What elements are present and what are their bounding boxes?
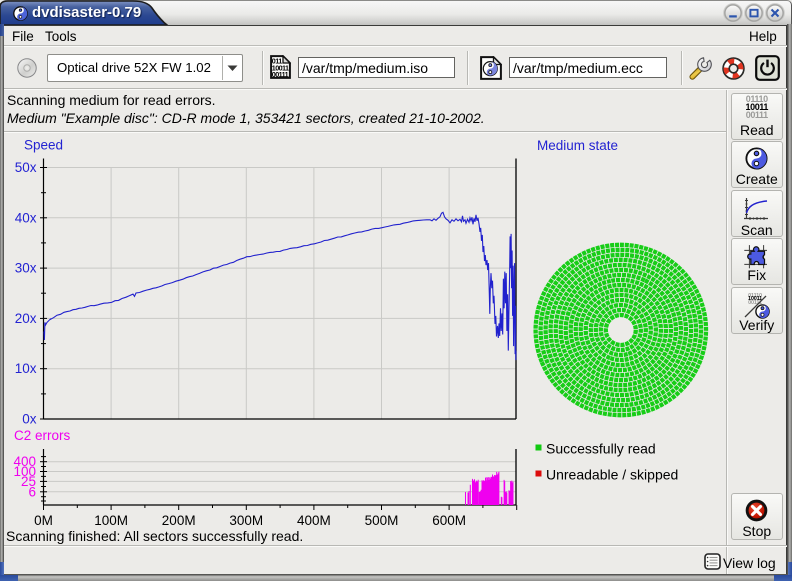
svg-text:600M: 600M	[432, 513, 466, 528]
svg-text:C2 errors: C2 errors	[14, 428, 71, 443]
svg-text:100M: 100M	[94, 513, 128, 528]
svg-text:0M: 0M	[34, 513, 53, 528]
svg-text:20x: 20x	[15, 311, 37, 326]
svg-text:200M: 200M	[162, 513, 196, 528]
svg-text:40x: 40x	[15, 210, 37, 225]
svg-text:Unreadable / skipped: Unreadable / skipped	[546, 467, 678, 483]
svg-text:50x: 50x	[15, 160, 37, 175]
svg-text:0x: 0x	[22, 412, 37, 427]
svg-text:6: 6	[28, 484, 36, 499]
svg-text:Successfully read: Successfully read	[546, 441, 656, 457]
svg-text:Speed: Speed	[24, 138, 63, 153]
svg-text:10x: 10x	[15, 361, 37, 376]
svg-text:30x: 30x	[15, 261, 37, 276]
svg-text:500M: 500M	[365, 513, 399, 528]
svg-text:400M: 400M	[297, 513, 331, 528]
svg-text:300M: 300M	[229, 513, 263, 528]
svg-text:Medium state: Medium state	[537, 138, 618, 153]
